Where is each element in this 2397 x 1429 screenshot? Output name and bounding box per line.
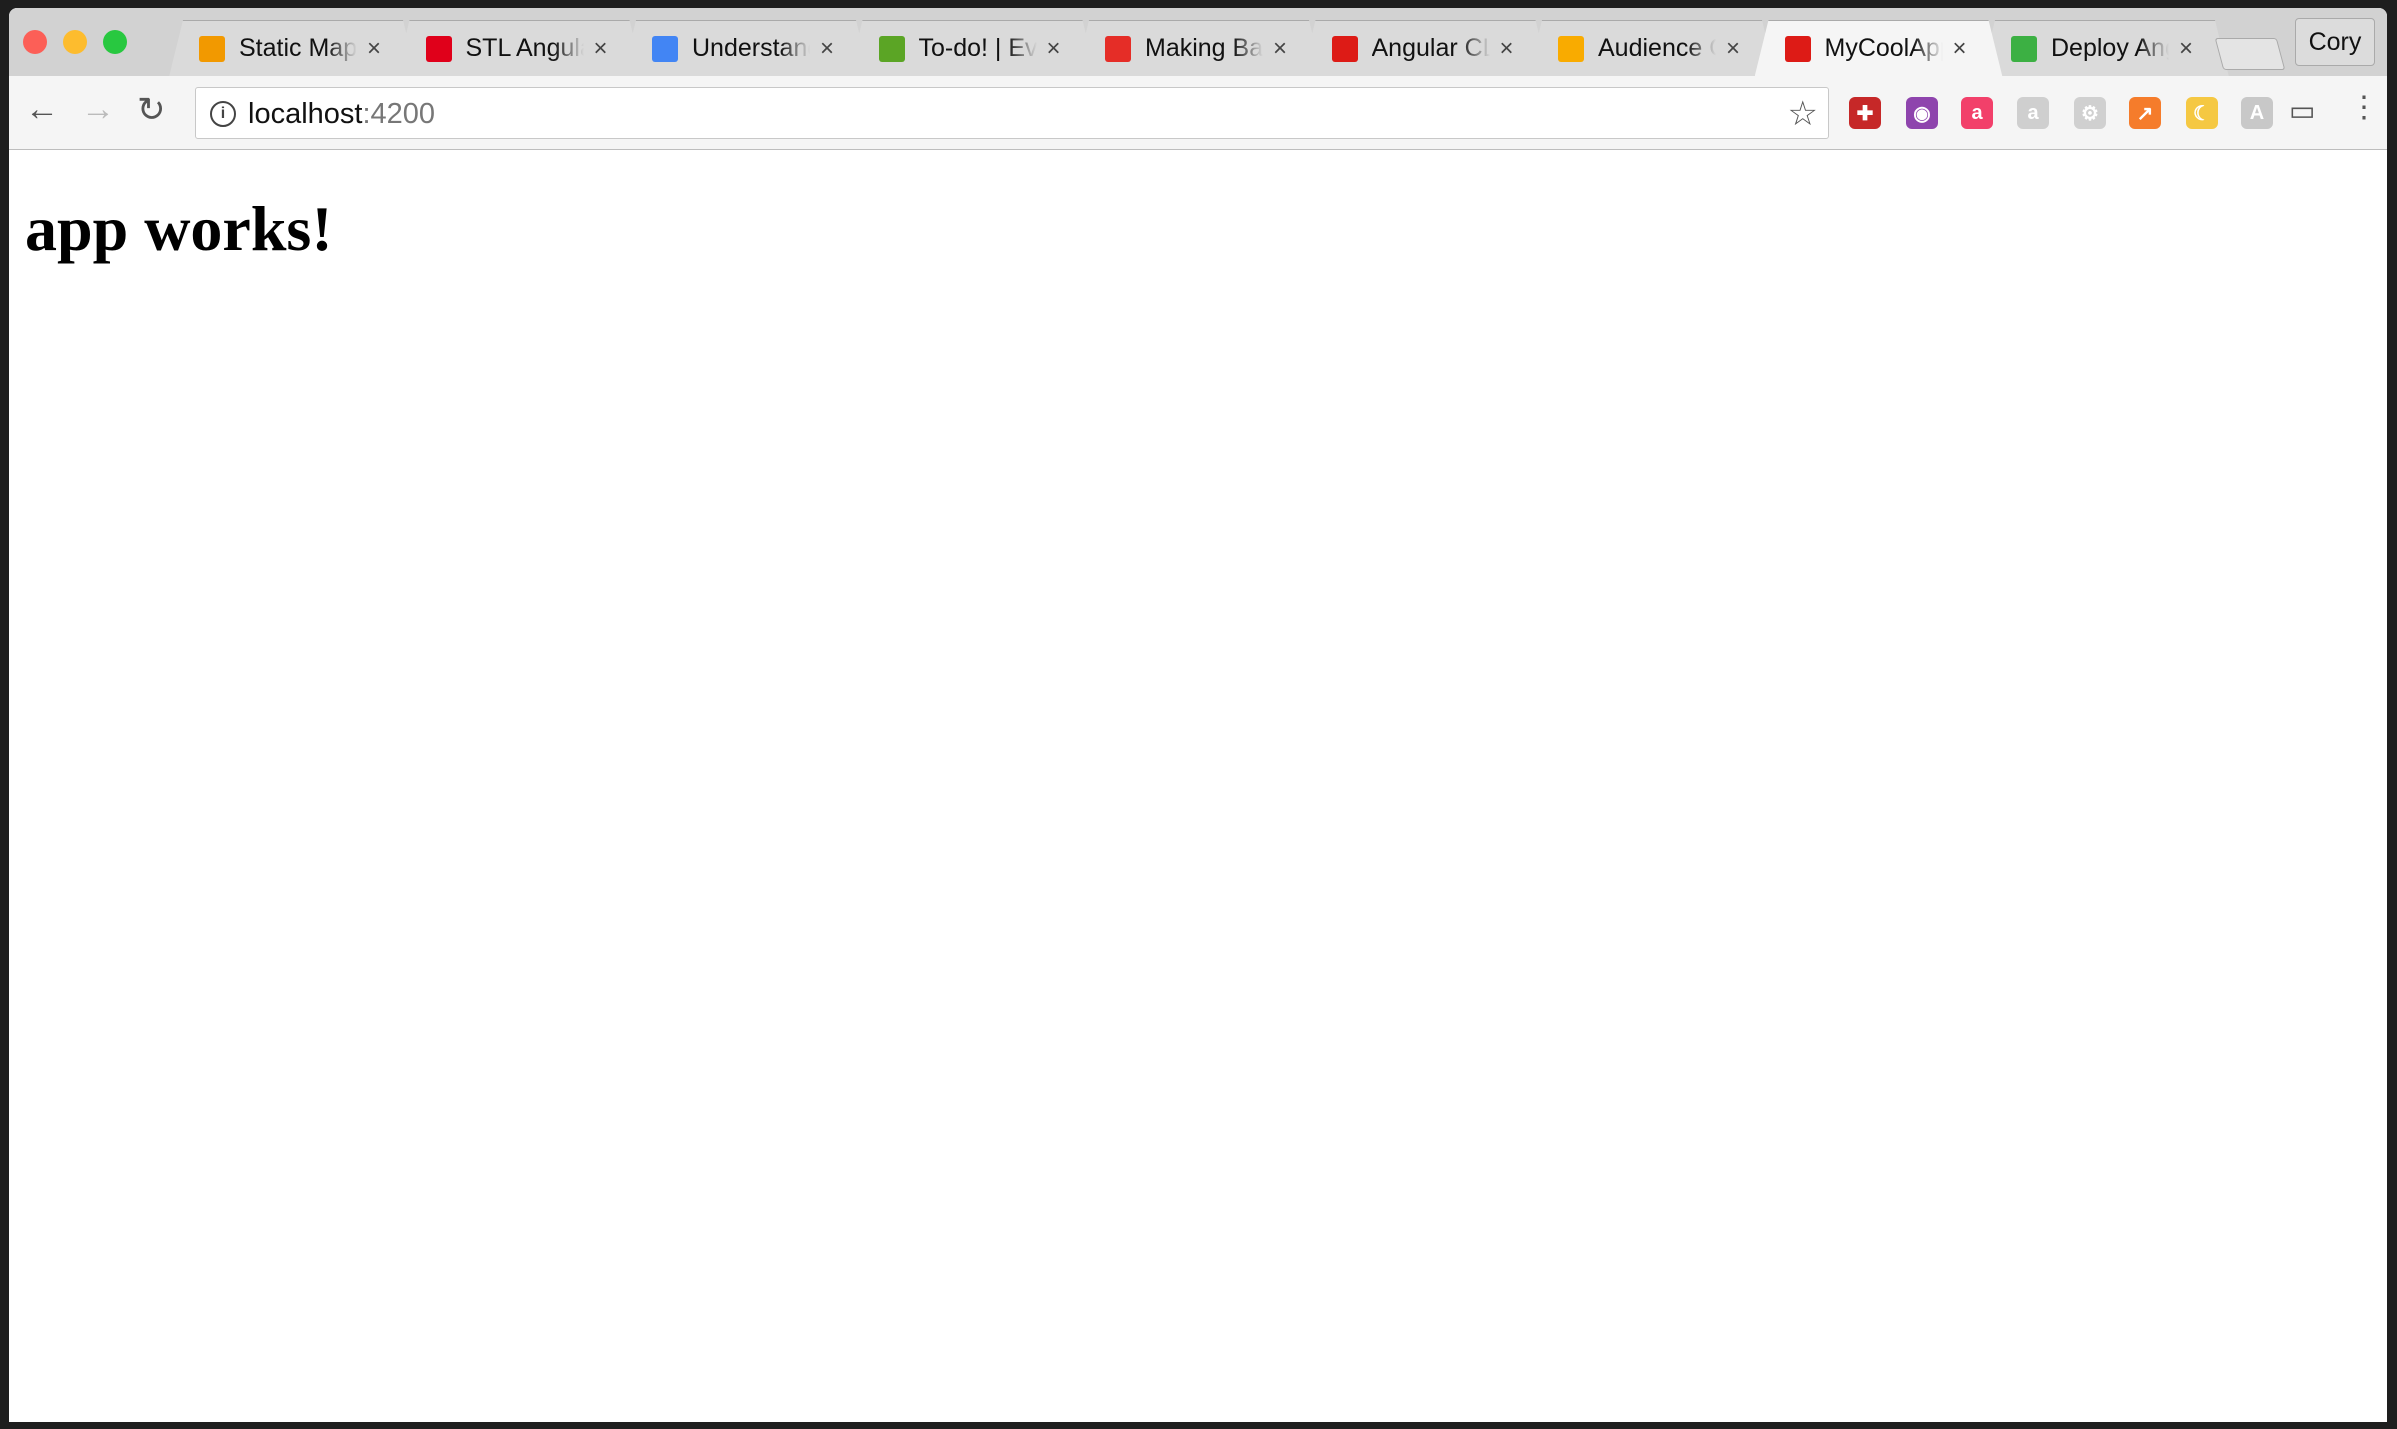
tab[interactable]: Making Backends × <box>1075 20 1323 77</box>
tab[interactable]: STL Angular × <box>395 20 644 77</box>
back-button[interactable]: ← <box>25 90 59 129</box>
meetup-icon <box>425 35 452 62</box>
tab[interactable]: Static Map × <box>169 20 417 77</box>
tab-close-icon[interactable]: × <box>1953 35 1967 63</box>
close-window-button[interactable] <box>23 30 47 54</box>
cast-icon[interactable]: ▭ <box>2289 94 2315 127</box>
chat-extension-icon[interactable]: a <box>1961 97 1993 129</box>
new-tab-button[interactable] <box>2214 38 2286 70</box>
settings-extension-icon[interactable]: ⚙ <box>2074 97 2106 129</box>
evernote-icon <box>878 35 905 62</box>
angular-icon <box>1784 35 1811 62</box>
tab-title: Audience Overview <box>1598 34 1716 62</box>
zoom-window-button[interactable] <box>103 30 127 54</box>
clock-extension-icon[interactable]: ✚ <box>1849 97 1881 129</box>
tab-close-icon[interactable]: × <box>2179 35 2193 63</box>
tab-close-icon[interactable]: × <box>594 35 608 63</box>
tab[interactable]: Deploy Angular × <box>1981 20 2229 77</box>
tab-title: STL Angular <box>465 34 584 62</box>
tab-close-icon[interactable]: × <box>1047 35 1061 63</box>
angular-augury-extension-icon[interactable]: A <box>2241 97 2273 129</box>
tab[interactable]: To-do! | Evernote × <box>848 20 1097 77</box>
tab-title: Understanding <box>692 34 810 62</box>
tab-title: Deploy Angular <box>2051 34 2169 62</box>
url-text[interactable]: localhost:4200 <box>248 98 435 131</box>
address-bar[interactable]: i localhost:4200 ☆ <box>195 87 1829 139</box>
tab-bar: Static Map×STL Angular×Understanding×To-… <box>9 8 2387 77</box>
tab[interactable]: Audience Overview × <box>1528 20 1776 77</box>
toolbar: ← → ↻ i localhost:4200 ☆ ✚ ◉ a a ⚙ ↗ ☾ A ▭ ⋮ <box>9 76 2387 150</box>
tab-close-icon[interactable]: × <box>367 35 381 63</box>
page-heading: app works! <box>25 193 333 264</box>
map-pin-icon <box>199 35 225 62</box>
deploy-icon <box>2011 35 2037 62</box>
minimize-window-button[interactable] <box>63 30 87 54</box>
browser-window: Static Map×STL Angular×Understanding×To-… <box>9 8 2387 1422</box>
tab-title: Angular CLI <box>1371 34 1490 62</box>
tab-close-icon[interactable]: × <box>820 35 834 63</box>
url-port: :4200 <box>362 98 436 130</box>
color-picker-extension-icon[interactable]: ◉ <box>1906 97 1938 129</box>
tab-close-icon[interactable]: × <box>1726 35 1740 63</box>
night-mode-extension-icon[interactable]: ☾ <box>2186 97 2218 129</box>
tab[interactable]: Understanding × <box>622 20 870 77</box>
tab-title: To-do! | Evernote <box>918 34 1037 62</box>
youtube-icon <box>1105 35 1131 62</box>
tab-title: MyCoolApp <box>1824 34 1943 62</box>
info-icon[interactable]: i <box>210 101 236 127</box>
chart-extension-icon[interactable]: ↗ <box>2129 97 2161 129</box>
tab-title: Static Map <box>239 34 357 62</box>
tab-close-icon[interactable]: × <box>1273 35 1287 63</box>
bookmark-star-icon[interactable]: ☆ <box>1788 94 1818 134</box>
url-host: localhost <box>248 98 363 130</box>
profile-button[interactable]: Cory <box>2295 18 2375 66</box>
tab-title: Making Backends <box>1145 34 1263 62</box>
tab-close-icon[interactable]: × <box>1500 35 1514 63</box>
menu-icon[interactable]: ⋮ <box>2349 90 2379 125</box>
forward-button[interactable]: → <box>81 90 115 129</box>
google-docs-icon <box>652 35 678 62</box>
tab[interactable]: Angular CLI × <box>1301 20 1550 77</box>
reload-button[interactable]: ↻ <box>137 90 166 130</box>
tab[interactable]: MyCoolApp × <box>1754 20 2003 77</box>
chat-disabled-extension-icon[interactable]: a <box>2017 97 2049 129</box>
angular-icon <box>1331 35 1358 62</box>
analytics-icon <box>1558 35 1584 62</box>
page-content: app works! <box>9 150 2387 1422</box>
